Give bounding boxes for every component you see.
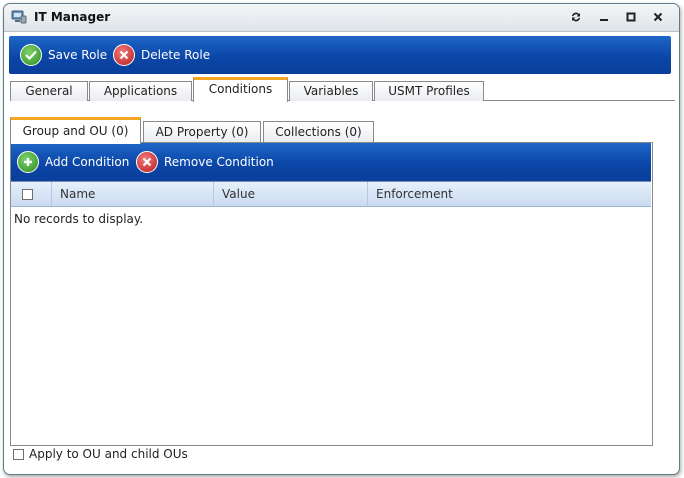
x-circle-icon: [113, 44, 135, 66]
tab-variables[interactable]: Variables: [289, 81, 373, 101]
subtab-collections[interactable]: Collections (0): [263, 121, 374, 143]
delete-role-button[interactable]: Delete Role: [113, 43, 210, 67]
select-all-cell: [11, 182, 52, 206]
maximize-icon[interactable]: [623, 9, 639, 25]
tab-general[interactable]: General: [10, 81, 88, 101]
column-header-value[interactable]: Value: [214, 182, 368, 206]
apply-ou-checkbox[interactable]: [13, 448, 24, 460]
add-condition-label: Add Condition: [45, 155, 130, 169]
grid-header: Name Value Enforcement: [11, 182, 651, 207]
conditions-toolbar: Add Condition Remove Condition: [11, 143, 651, 181]
save-role-label: Save Role: [48, 48, 108, 62]
subtab-ad-property[interactable]: AD Property (0): [143, 121, 261, 143]
tab-conditions[interactable]: Conditions: [193, 77, 288, 102]
tab-usmt-profiles[interactable]: USMT Profiles: [374, 81, 484, 101]
subtab-group-and-ou[interactable]: Group and OU (0): [10, 117, 141, 144]
conditions-panel: Add Condition Remove Condition Name Valu…: [10, 142, 653, 446]
apply-ou-option[interactable]: Apply to OU and child OUs: [13, 446, 188, 462]
role-toolbar: Save Role Delete Role: [9, 36, 671, 74]
select-all-checkbox[interactable]: [22, 188, 33, 200]
empty-message: No records to display.: [14, 212, 144, 226]
window-title: IT Manager: [34, 10, 111, 24]
conditions-grid: Name Value Enforcement No records to dis…: [11, 181, 651, 445]
remove-condition-label: Remove Condition: [164, 155, 274, 169]
close-icon[interactable]: [650, 9, 666, 25]
title-bar: IT Manager: [4, 4, 679, 32]
delete-role-label: Delete Role: [141, 48, 211, 62]
tab-applications[interactable]: Applications: [89, 81, 192, 101]
main-window: IT Manager Save Role Delete Role General…: [3, 3, 680, 475]
minimize-icon[interactable]: [596, 9, 612, 25]
check-circle-icon: [20, 44, 42, 66]
column-header-enforcement[interactable]: Enforcement: [368, 182, 651, 206]
remove-condition-button[interactable]: Remove Condition: [136, 150, 274, 174]
x-circle-icon: [136, 151, 158, 173]
refresh-icon[interactable]: [568, 9, 584, 25]
save-role-button[interactable]: Save Role: [20, 43, 107, 67]
computer-icon: [11, 10, 27, 24]
apply-ou-label: Apply to OU and child OUs: [29, 447, 188, 461]
plus-circle-icon: [17, 151, 39, 173]
column-header-name[interactable]: Name: [52, 182, 214, 206]
add-condition-button[interactable]: Add Condition: [17, 150, 129, 174]
